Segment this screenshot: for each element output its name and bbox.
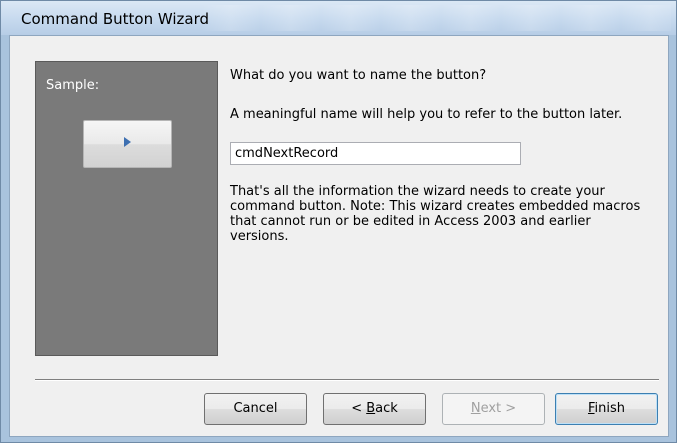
wizard-window: Command Button Wizard Sample: What do yo…	[0, 0, 677, 443]
back-button-mnemonic: B	[366, 401, 376, 416]
back-button-prefix: <	[351, 401, 367, 416]
next-button[interactable]: Next >	[442, 393, 545, 425]
sample-panel: Sample:	[35, 61, 218, 356]
window-title: Command Button Wizard	[21, 10, 210, 28]
finish-button[interactable]: Finish	[555, 393, 658, 425]
finish-button-rest: inish	[594, 401, 626, 416]
hint-text: A meaningful name will help you to refer…	[230, 107, 623, 122]
sample-label: Sample:	[46, 78, 100, 93]
cancel-button[interactable]: Cancel	[204, 393, 307, 425]
sample-button-preview	[83, 120, 172, 168]
question-text: What do you want to name the button?	[230, 68, 487, 83]
info-text: That's all the information the wizard ne…	[230, 184, 641, 244]
next-button-rest: ext >	[480, 401, 517, 416]
separator	[35, 379, 659, 381]
title-bar[interactable]: Command Button Wizard	[1, 1, 676, 35]
dialog-body: Sample: What do you want to name the but…	[9, 35, 669, 437]
play-icon	[124, 137, 131, 147]
cancel-button-label: Cancel	[233, 401, 278, 416]
title-bar-glass	[201, 5, 671, 31]
next-button-mnemonic: N	[470, 401, 481, 416]
back-button[interactable]: < Back	[323, 393, 426, 425]
back-button-rest: ack	[375, 401, 398, 416]
button-name-input[interactable]	[230, 142, 521, 165]
